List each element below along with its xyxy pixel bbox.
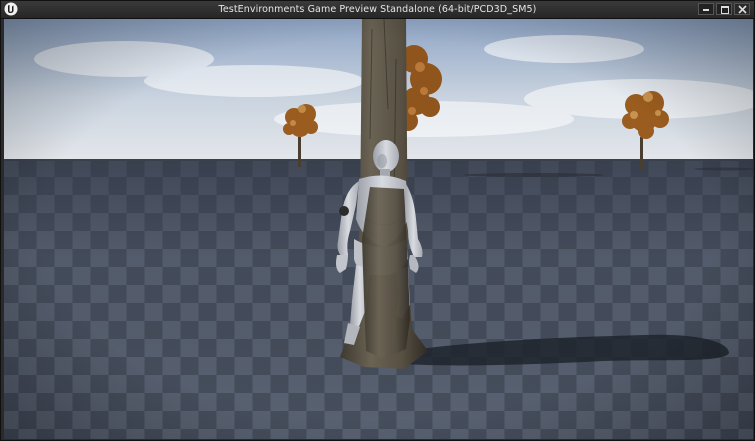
title-bar[interactable]: TestEnvironments Game Preview Standalone… [1,1,754,19]
maximize-button[interactable] [716,3,732,15]
close-button[interactable] [734,3,750,15]
window-title: TestEnvironments Game Preview Standalone… [218,4,537,15]
game-viewport[interactable] [4,19,753,439]
game-scene [4,19,753,439]
minimize-button[interactable] [698,3,714,15]
close-icon [738,5,747,14]
game-preview-window: TestEnvironments Game Preview Standalone… [0,0,755,441]
